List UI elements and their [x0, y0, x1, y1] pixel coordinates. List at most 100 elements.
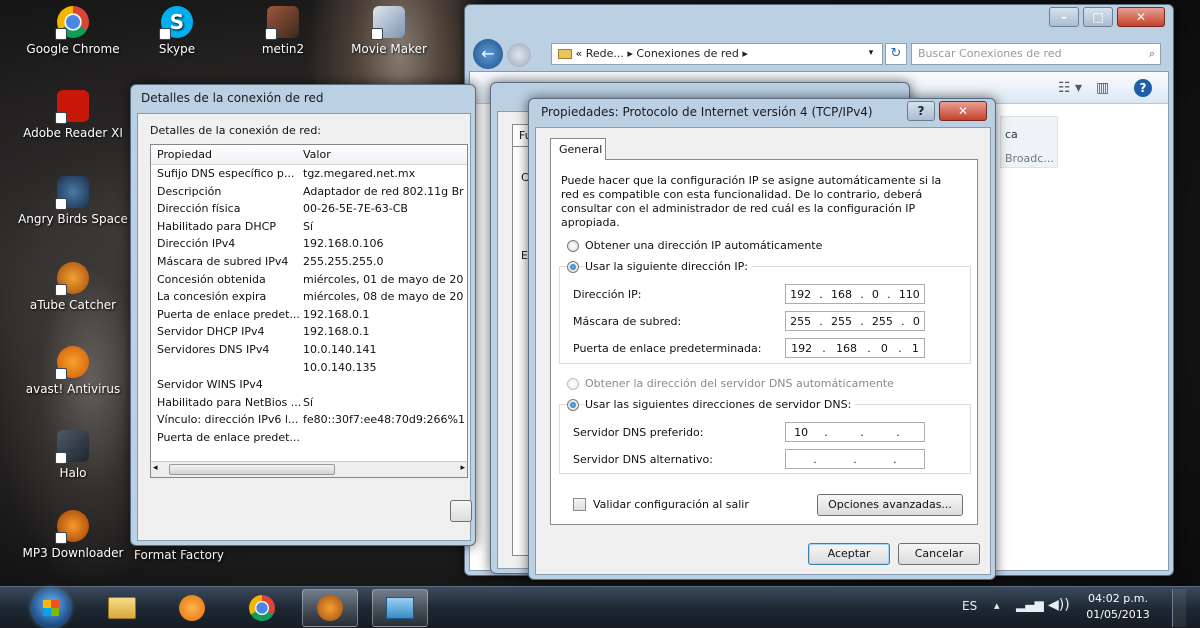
help-icon[interactable]: ?	[1134, 79, 1152, 97]
validate-checkbox[interactable]	[573, 498, 586, 511]
desktop-icon-format-factory[interactable]: Format Factory	[124, 548, 234, 563]
table-row[interactable]: Servidor WINS IPv4	[151, 376, 467, 394]
language-icon[interactable]: ES	[962, 599, 977, 613]
table-row[interactable]: Habilitado para NetBios ... Sí	[151, 394, 467, 412]
radio-auto-dns-label[interactable]: Obtener la dirección del servidor DNS au…	[585, 377, 894, 390]
value-cell: Adaptador de red 802.11g Br	[303, 184, 464, 198]
ipv4-properties-window[interactable]: Propiedades: Protocolo de Internet versi…	[528, 98, 996, 580]
desktop-icon-movie-maker[interactable]: Movie Maker	[334, 6, 444, 57]
ip-address-field[interactable]: 192. 168. 0. 110	[785, 284, 925, 304]
folder-icon	[108, 597, 136, 619]
taskbar-atube[interactable]	[302, 589, 358, 627]
table-row[interactable]: Dirección IPv4 192.168.0.106	[151, 235, 467, 253]
default-gateway-field[interactable]: 192. 168. 0. 1	[785, 338, 925, 358]
subnet-mask-field[interactable]: 255. 255. 255. 0	[785, 311, 925, 331]
radio-auto-dns[interactable]	[567, 378, 579, 390]
scroll-thumb[interactable]	[169, 464, 335, 475]
search-input[interactable]: Buscar Conexiones de red ⌕	[911, 43, 1161, 65]
desktop-icon-angry-birds[interactable]: Angry Birds Space	[18, 176, 128, 227]
close-button[interactable]: ✕	[1117, 7, 1165, 27]
advanced-options-button[interactable]: Opciones avanzadas...	[817, 494, 963, 516]
radio-auto-ip-label[interactable]: Obtener una dirección IP automáticamente	[585, 239, 822, 252]
details-header-row: Propiedad Valor	[151, 145, 467, 165]
maximize-button[interactable]: □	[1083, 7, 1113, 27]
refresh-icon[interactable]: ↻	[885, 43, 907, 65]
taskbar-explorer[interactable]	[94, 589, 150, 627]
view-options-icon[interactable]: ☷ ▾	[1058, 80, 1082, 96]
volume-icon[interactable]: ◀))	[1048, 597, 1070, 613]
forward-arrow-icon[interactable]	[507, 43, 531, 67]
value-cell: miércoles, 08 de mayo de 20	[303, 290, 464, 304]
property-cell: Servidor DHCP IPv4	[157, 325, 265, 339]
show-hidden-icons-icon[interactable]: ▴	[994, 599, 1000, 612]
desktop-icon-avast[interactable]: avast! Antivirus	[18, 346, 128, 397]
help-button[interactable]: ?	[907, 101, 935, 121]
table-row[interactable]: La concesión expira miércoles, 08 de mayo…	[151, 288, 467, 306]
preferred-dns-field[interactable]: 10...	[785, 422, 925, 442]
address-dropdown-icon[interactable]: ▾	[859, 43, 883, 65]
desktop-icon-mp3-downloader[interactable]: MP3 Downloader	[18, 510, 128, 561]
show-desktop-button[interactable]	[1172, 589, 1186, 627]
property-cell: Dirección física	[157, 202, 241, 216]
table-row[interactable]: Concesión obtenida miércoles, 01 de mayo …	[151, 271, 467, 289]
minimize-button[interactable]: –	[1049, 7, 1079, 27]
column-header-property[interactable]: Propiedad	[151, 145, 303, 164]
alternate-dns-field[interactable]: ...	[785, 449, 925, 469]
taskbar-network-connections[interactable]	[372, 589, 428, 627]
preview-pane-icon[interactable]: ▥	[1096, 80, 1109, 96]
property-cell: Concesión obtenida	[157, 272, 266, 286]
table-row[interactable]: Servidor DHCP IPv4 192.168.0.1	[151, 323, 467, 341]
value-cell	[303, 429, 467, 447]
radio-manual-ip[interactable]	[567, 261, 579, 273]
table-row[interactable]: Descripción Adaptador de red 802.11g Br	[151, 183, 467, 201]
folder-icon	[558, 49, 572, 59]
cancel-button[interactable]: Cancelar	[898, 543, 980, 565]
radio-manual-ip-label[interactable]: Usar la siguiente dirección IP:	[585, 260, 752, 273]
desktop-icon-adobe-reader[interactable]: Adobe Reader XI	[18, 90, 128, 141]
radio-manual-dns[interactable]	[567, 399, 579, 411]
close-details-button[interactable]	[450, 500, 472, 522]
tab-general[interactable]: General	[550, 138, 606, 160]
table-row[interactable]: Vínculo: dirección IPv6 l... fe80::30f7:e…	[151, 411, 467, 429]
desktop-icon-skype[interactable]: S Skype	[122, 6, 232, 57]
desktop-icon-metin2[interactable]: metin2	[228, 6, 338, 57]
table-row[interactable]: Servidores DNS IPv4 10.0.140.141	[151, 341, 467, 359]
desktop-icon-halo[interactable]: Halo	[18, 430, 128, 481]
desktop-icon-chrome[interactable]: Google Chrome	[18, 6, 128, 57]
table-row[interactable]: Sufijo DNS específico p... tgz.megared.ne…	[151, 165, 467, 183]
scroll-right-icon[interactable]: ▸	[460, 463, 465, 473]
media-player-icon	[179, 595, 205, 621]
address-part-connections[interactable]: Conexiones de red	[636, 47, 739, 60]
property-cell: Vínculo: dirección IPv6 l...	[157, 413, 299, 427]
details-list[interactable]: Propiedad Valor Sufijo DNS específico p.…	[150, 144, 468, 478]
radio-auto-ip[interactable]	[567, 240, 579, 252]
value-cell: 10.0.140.135	[303, 360, 377, 374]
taskbar-chrome[interactable]	[234, 589, 290, 627]
ok-button[interactable]: Aceptar	[808, 543, 890, 565]
table-row[interactable]: Puerta de enlace predet... 192.168.0.1	[151, 306, 467, 324]
table-row[interactable]: 10.0.140.135	[151, 359, 467, 377]
taskbar-media-player[interactable]	[164, 589, 220, 627]
network-adapter-item[interactable]: ca Broadc...	[1000, 116, 1058, 168]
table-row[interactable]: Máscara de subred IPv4 255.255.255.0	[151, 253, 467, 271]
back-arrow-icon[interactable]: ←	[473, 39, 503, 69]
scroll-left-icon[interactable]: ◂	[153, 463, 158, 473]
desktop-icon-atube-catcher[interactable]: aTube Catcher	[18, 262, 128, 313]
table-row[interactable]: Habilitado para DHCP Sí	[151, 218, 467, 236]
network-signal-icon[interactable]: ▂▄▆	[1016, 598, 1044, 612]
radio-manual-dns-label[interactable]: Usar las siguientes direcciones de servi…	[585, 398, 856, 411]
address-part-network[interactable]: Rede...	[586, 47, 624, 60]
start-button[interactable]	[32, 589, 70, 627]
connection-details-window[interactable]: Detalles de la conexión de red Detalles …	[130, 84, 476, 546]
horizontal-scrollbar[interactable]: ◂ ▸	[151, 461, 467, 477]
close-button[interactable]: ✕	[939, 101, 987, 121]
validate-checkbox-label[interactable]: Validar configuración al salir	[593, 498, 749, 511]
address-bar[interactable]: « Rede... ▸ Conexiones de red ▸	[551, 43, 883, 65]
table-row[interactable]: Puerta de enlace predet...	[151, 429, 467, 447]
column-header-value[interactable]: Valor	[303, 145, 467, 164]
mp3-downloader-icon	[55, 510, 89, 544]
alternate-dns-label: Servidor DNS alternativo:	[573, 453, 713, 466]
clock[interactable]: 04:02 p.m. 01/05/2013	[1078, 591, 1158, 623]
subnet-mask-label: Máscara de subred:	[573, 315, 682, 328]
table-row[interactable]: Dirección física 00-26-5E-7E-63-CB	[151, 200, 467, 218]
